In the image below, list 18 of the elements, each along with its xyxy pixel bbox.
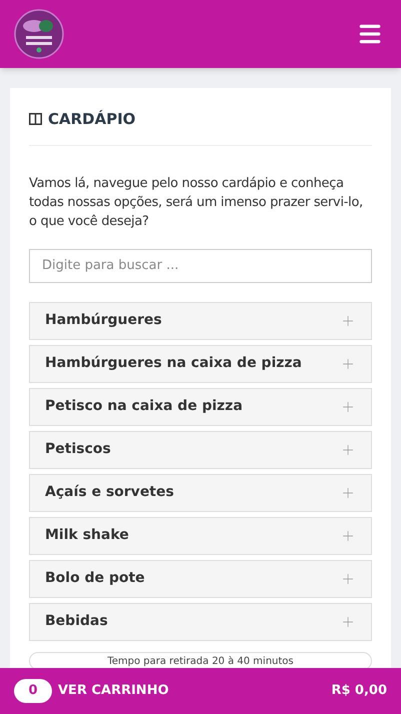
category-item[interactable]: Bolo de pote xyxy=(29,560,372,598)
category-item[interactable]: Petisco na caixa de pizza xyxy=(29,388,372,426)
cart-total: R$ 0,00 xyxy=(331,682,387,700)
category-item[interactable]: Milk shake xyxy=(29,516,372,554)
category-item[interactable]: Hambúrgueres na caixa de pizza xyxy=(29,344,372,382)
cart-count: 0 xyxy=(14,679,52,703)
notice-text: Tempo para retirada 20 à 40 minutos xyxy=(107,654,294,668)
cart-button[interactable]: 0 VER CARRINHO xyxy=(14,679,169,703)
intro-text: Vamos lá, navegue pelo nosso cardápio e conheça todas nossas opções, será um imenso prazer servi-lo, o que você deseja? xyxy=(29,174,364,230)
category-item[interactable]: Petiscos xyxy=(29,430,372,468)
search-field[interactable]: Digite para buscar ... xyxy=(29,248,372,282)
card-title: CARDÁPIO xyxy=(48,109,136,130)
logo-icon xyxy=(14,9,64,59)
category-item[interactable]: Hambúrgueres xyxy=(29,302,372,340)
category-item[interactable]: Açaís e sorvetes xyxy=(29,474,372,512)
columns-icon xyxy=(29,113,42,126)
cart-label: VER CARRINHO xyxy=(58,682,169,700)
category-item[interactable]: Bebidas xyxy=(29,602,372,640)
